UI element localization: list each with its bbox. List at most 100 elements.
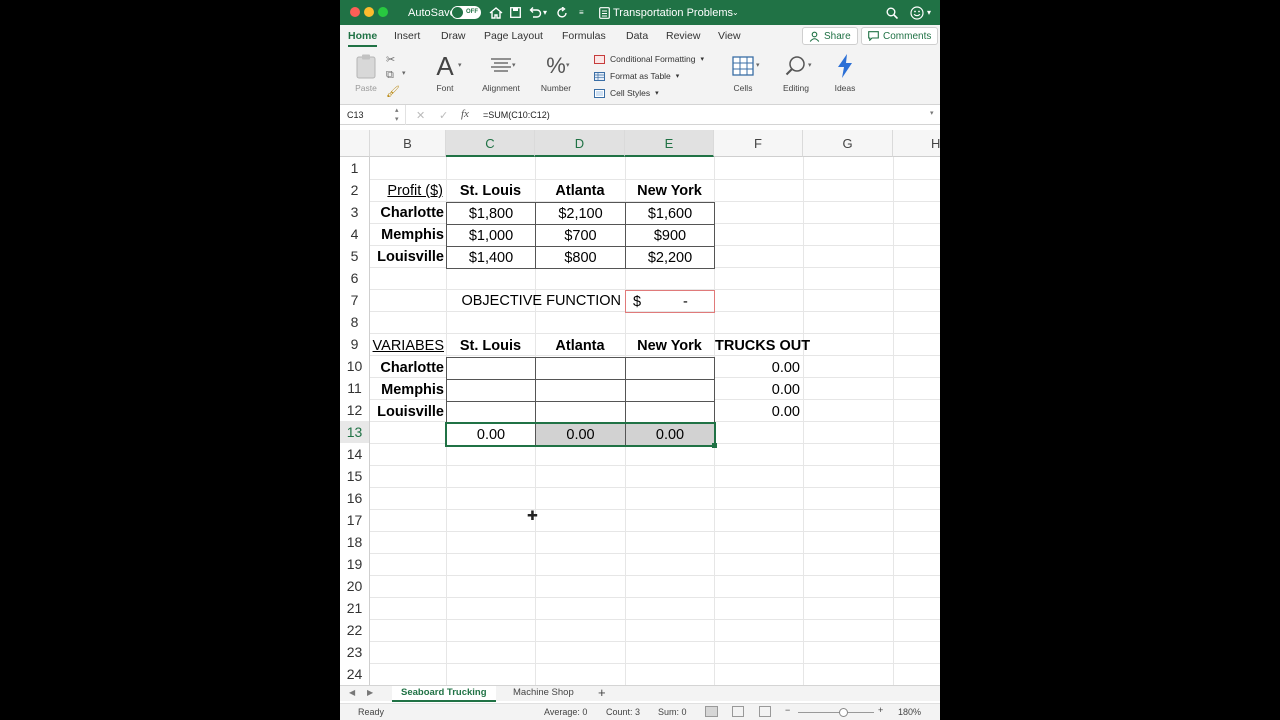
column-header-h[interactable]: H xyxy=(893,130,940,157)
zoom-window-icon[interactable] xyxy=(378,7,388,17)
profit-cell[interactable]: $1,600 xyxy=(625,202,715,225)
sheet-tab-seaboard-trucking[interactable]: Seaboard Trucking xyxy=(392,686,496,702)
tab-review[interactable]: Review xyxy=(666,30,700,42)
row-header-1[interactable]: 1 xyxy=(340,157,370,179)
column-header-d[interactable]: D xyxy=(535,130,625,157)
row-header-18[interactable]: 18 xyxy=(340,531,370,553)
cells-dropdown-icon[interactable]: ▾ xyxy=(756,61,760,69)
row-header-23[interactable]: 23 xyxy=(340,641,370,663)
profit-cell[interactable]: $1,800 xyxy=(446,202,536,225)
profit-cell[interactable]: $2,100 xyxy=(535,202,626,225)
active-cell-c13[interactable]: 0.00 xyxy=(446,423,536,446)
zoom-out-icon[interactable]: − xyxy=(785,705,790,715)
column-header-b[interactable]: B xyxy=(370,130,446,157)
copy-dropdown-icon[interactable]: ▾ xyxy=(402,69,406,77)
column-header-f[interactable]: F xyxy=(714,130,803,157)
normal-view-icon[interactable] xyxy=(705,706,718,717)
zoom-slider-thumb[interactable] xyxy=(839,708,848,717)
copy-icon[interactable]: ⧉ xyxy=(386,69,394,82)
profit-cell[interactable]: $700 xyxy=(535,224,626,247)
variable-cell[interactable] xyxy=(535,401,626,424)
tab-insert[interactable]: Insert xyxy=(394,30,420,42)
trucks-out-cell[interactable]: 0.00 xyxy=(714,357,803,379)
row-header-16[interactable]: 16 xyxy=(340,487,370,509)
save-icon[interactable] xyxy=(510,7,521,18)
insert-function-icon[interactable]: fx xyxy=(461,108,469,120)
add-sheet-icon[interactable]: + xyxy=(598,686,606,702)
format-as-table-button[interactable]: Format as Table ▾ xyxy=(594,69,679,83)
row-header-12[interactable]: 12 xyxy=(340,399,370,421)
row-header-24[interactable]: 24 xyxy=(340,663,370,685)
cut-icon[interactable]: ✂ xyxy=(386,53,395,66)
column-header-c[interactable]: C xyxy=(446,130,535,157)
alignment-button[interactable]: Alignment xyxy=(480,53,522,93)
total-cell-d13[interactable]: 0.00 xyxy=(535,423,626,446)
row-header-21[interactable]: 21 xyxy=(340,597,370,619)
scroll-sheets-left-icon[interactable]: ◀ xyxy=(349,686,355,702)
redo-icon[interactable] xyxy=(556,6,568,19)
undo-icon[interactable] xyxy=(528,6,542,19)
autosave-toggle[interactable]: OFF xyxy=(451,6,481,19)
accept-formula-icon[interactable]: ✓ xyxy=(439,109,448,122)
tab-formulas[interactable]: Formulas xyxy=(562,30,606,42)
row-header-4[interactable]: 4 xyxy=(340,223,370,245)
formula-input[interactable]: =SUM(C10:C12) xyxy=(483,110,550,120)
trucks-out-cell[interactable]: 0.00 xyxy=(714,379,803,401)
profit-cell[interactable]: $1,400 xyxy=(446,246,536,269)
profit-cell[interactable]: $800 xyxy=(535,246,626,269)
row-header-2[interactable]: 2 xyxy=(340,179,370,201)
number-button[interactable]: % Number xyxy=(536,53,576,93)
select-all-corner[interactable] xyxy=(340,130,370,157)
profit-cell[interactable]: $2,200 xyxy=(625,246,715,269)
variable-cell[interactable] xyxy=(446,357,536,380)
row-header-9[interactable]: 9 xyxy=(340,333,370,355)
account-dropdown-icon[interactable]: ▾ xyxy=(927,0,931,25)
zoom-in-icon[interactable]: + xyxy=(878,705,883,715)
variable-cell[interactable] xyxy=(625,401,715,424)
row-header-5[interactable]: 5 xyxy=(340,245,370,267)
format-painter-icon[interactable]: 🖌 xyxy=(386,85,400,98)
row-header-3[interactable]: 3 xyxy=(340,201,370,223)
tab-page-layout[interactable]: Page Layout xyxy=(484,30,543,42)
profit-cell[interactable]: $900 xyxy=(625,224,715,247)
paste-button[interactable]: Paste xyxy=(348,53,384,93)
row-header-13[interactable]: 13 xyxy=(340,421,370,443)
home-icon[interactable] xyxy=(489,6,503,19)
column-header-g[interactable]: G xyxy=(803,130,893,157)
row-header-22[interactable]: 22 xyxy=(340,619,370,641)
row-header-15[interactable]: 15 xyxy=(340,465,370,487)
objective-function-cell[interactable]: $ - xyxy=(625,290,715,313)
scroll-sheets-right-icon[interactable]: ▶ xyxy=(367,686,373,702)
customize-toolbar-icon[interactable]: ≡ xyxy=(579,0,584,25)
row-header-14[interactable]: 14 xyxy=(340,443,370,465)
number-dropdown-icon[interactable]: ▾ xyxy=(566,61,570,69)
cell-styles-button[interactable]: Cell Styles ▾ xyxy=(594,86,659,100)
undo-dropdown-icon[interactable]: ▾ xyxy=(543,0,547,25)
conditional-formatting-button[interactable]: Conditional Formatting ▾ xyxy=(594,52,704,66)
sheet-tab-machine-shop[interactable]: Machine Shop xyxy=(513,686,574,702)
profit-cell[interactable]: $1,000 xyxy=(446,224,536,247)
row-header-19[interactable]: 19 xyxy=(340,553,370,575)
variable-cell[interactable] xyxy=(535,379,626,402)
tab-view[interactable]: View xyxy=(718,30,741,42)
variable-cell[interactable] xyxy=(625,379,715,402)
tab-draw[interactable]: Draw xyxy=(441,30,466,42)
comments-button[interactable]: Comments xyxy=(861,27,939,45)
share-button[interactable]: Share xyxy=(802,27,858,45)
editing-dropdown-icon[interactable]: ▾ xyxy=(808,61,812,69)
editing-button[interactable]: Editing xyxy=(778,53,814,93)
font-dropdown-icon[interactable]: ▾ xyxy=(458,61,462,69)
row-header-11[interactable]: 11 xyxy=(340,377,370,399)
expand-formula-bar-icon[interactable]: ▾ xyxy=(930,109,934,117)
ideas-button[interactable]: Ideas xyxy=(830,53,860,93)
cancel-formula-icon[interactable]: ✕ xyxy=(416,109,425,122)
zoom-level[interactable]: 180% xyxy=(898,707,921,717)
font-button[interactable]: A Font xyxy=(428,51,462,94)
worksheet-grid[interactable]: B C D E F G H Profit ($) St. Louis Atlan… xyxy=(340,130,940,685)
tab-home[interactable]: Home xyxy=(348,30,378,47)
trucks-out-cell[interactable]: 0.00 xyxy=(714,401,803,423)
alignment-dropdown-icon[interactable]: ▾ xyxy=(512,61,516,69)
variable-cell[interactable] xyxy=(535,357,626,380)
variable-cell[interactable] xyxy=(446,401,536,424)
minimize-window-icon[interactable] xyxy=(364,7,374,17)
